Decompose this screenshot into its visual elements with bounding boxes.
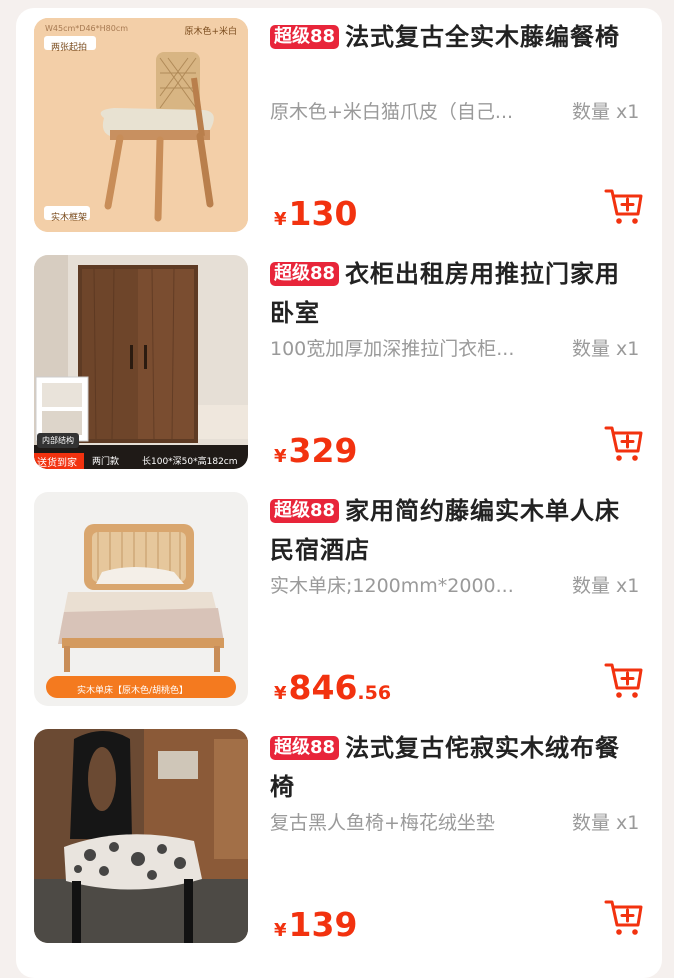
product-quantity: 数量 x1 <box>572 812 640 834</box>
product-spec[interactable]: 原木色+米白猫爪皮（自己... <box>270 98 550 126</box>
thumb-tag: W45cm*D46*H80cm <box>45 24 129 33</box>
product-title[interactable]: 超级88 法式复古侘寂实木绒布餐椅 <box>270 729 640 807</box>
add-to-cart-icon <box>604 189 643 224</box>
product-price: ¥139 <box>274 905 357 951</box>
super88-badge: 超级88 <box>270 499 340 523</box>
add-to-cart-icon <box>604 900 643 935</box>
thumb-tag: 两张起拍 <box>51 43 88 53</box>
currency-symbol: ¥ <box>274 683 287 704</box>
velvet-chair-illustration <box>34 729 248 943</box>
product-image-rattan-chair[interactable]: 两张起拍 原木色+米白 W45cm*D46*H80cm 实木框架 <box>34 18 248 232</box>
product-title[interactable]: 超级88 法式复古全实木藤编餐椅 <box>270 18 640 57</box>
thumb-tag: 送货到家 <box>37 458 77 469</box>
product-image-velvet-chair[interactable] <box>34 729 248 943</box>
price-integer: 130 <box>288 194 358 233</box>
add-to-cart-button[interactable] <box>604 186 644 226</box>
product-item[interactable]: 内部结构 送货到家 两门款 长100*深50*高182cm 超级88 衣柜出租房用… <box>16 245 662 482</box>
add-to-cart-icon <box>604 663 643 698</box>
add-to-cart-button[interactable] <box>604 897 644 937</box>
product-item[interactable]: 实木单床【原木色/胡桃色】 超级88 家用简约藤编实木单人床民宿酒店 实木单床;1… <box>16 482 662 719</box>
product-quantity: 数量 x1 <box>572 575 640 597</box>
product-quantity: 数量 x1 <box>572 338 640 360</box>
super88-badge: 超级88 <box>270 262 340 286</box>
product-image-single-bed[interactable]: 实木单床【原木色/胡桃色】 <box>34 492 248 706</box>
product-image-wardrobe[interactable]: 内部结构 送货到家 两门款 长100*深50*高182cm <box>34 255 248 469</box>
thumb-tag: 实木框架 <box>51 213 88 223</box>
add-to-cart-button[interactable] <box>604 660 644 700</box>
product-price: ¥329 <box>274 431 357 477</box>
price-decimal: .56 <box>357 682 392 704</box>
thumb-tag: 长100*深50*高182cm <box>142 457 238 467</box>
thumb-tag: 两门款 <box>92 457 120 467</box>
super88-badge: 超级88 <box>270 736 340 760</box>
product-quantity: 数量 x1 <box>572 101 640 123</box>
product-price: ¥846.56 <box>274 668 391 714</box>
product-title[interactable]: 超级88 衣柜出租房用推拉门家用卧室 <box>270 255 640 333</box>
super88-badge: 超级88 <box>270 25 340 49</box>
product-item[interactable]: 超级88 法式复古侘寂实木绒布餐椅 复古黑人鱼椅+梅花绒坐垫 数量 x1 ¥139 <box>16 719 662 956</box>
product-item[interactable]: 两张起拍 原木色+米白 W45cm*D46*H80cm 实木框架 超级88 法式复… <box>16 8 662 245</box>
thumb-tag: 实木单床【原木色/胡桃色】 <box>77 686 189 696</box>
bed-illustration <box>34 492 248 706</box>
product-price: ¥130 <box>274 194 357 240</box>
product-title-text: 法式复古全实木藤编餐椅 <box>345 23 621 51</box>
cart-list-card: 两张起拍 原木色+米白 W45cm*D46*H80cm 实木框架 超级88 法式复… <box>16 8 662 978</box>
currency-symbol: ¥ <box>274 920 287 941</box>
add-to-cart-icon <box>604 426 643 461</box>
product-spec[interactable]: 复古黑人鱼椅+梅花绒坐垫 <box>270 809 550 837</box>
price-integer: 329 <box>288 431 358 470</box>
price-integer: 139 <box>288 905 358 944</box>
product-spec[interactable]: 100宽加厚加深推拉门衣柜... <box>270 335 550 363</box>
price-integer: 846 <box>288 668 358 707</box>
currency-symbol: ¥ <box>274 446 287 467</box>
product-spec[interactable]: 实木单床;1200mm*2000... <box>270 572 550 600</box>
product-title[interactable]: 超级88 家用简约藤编实木单人床民宿酒店 <box>270 492 640 570</box>
thumb-tag: 内部结构 <box>37 433 79 448</box>
currency-symbol: ¥ <box>274 209 287 230</box>
thumb-tag: 原木色+米白 <box>184 27 237 37</box>
add-to-cart-button[interactable] <box>604 423 644 463</box>
